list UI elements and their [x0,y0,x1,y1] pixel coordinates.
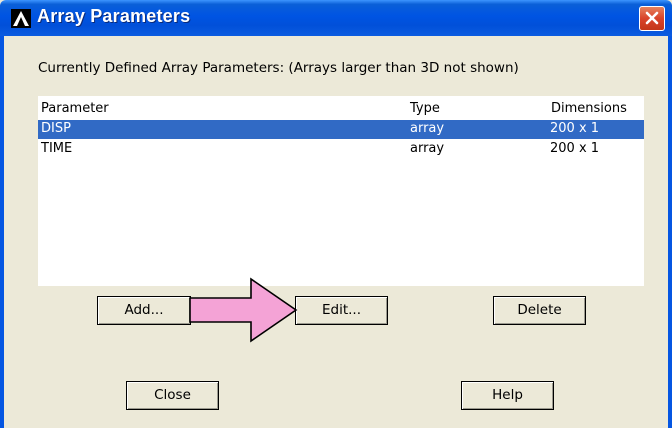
array-parameters-dialog: Array Parameters Currently Defined Array… [0,0,672,428]
cell-parameter: TIME [41,141,73,156]
window-border-left [0,36,4,428]
cell-dimensions: 200 x 1 [550,141,600,156]
cell-type: array [410,141,445,156]
table-row-time[interactable]: TIME array 200 x 1 [38,140,644,159]
cell-dimensions: 200 x 1 [550,121,600,136]
edit-button[interactable]: Edit... [295,296,388,325]
delete-button[interactable]: Delete [493,296,586,325]
close-icon[interactable] [639,6,665,31]
table-row-disp[interactable]: DISP array 200 x 1 [38,120,644,139]
help-button[interactable]: Help [461,381,554,410]
add-button[interactable]: Add... [97,296,191,325]
cell-type: array [410,121,445,136]
title-bar[interactable]: Array Parameters [0,0,672,36]
cell-parameter: DISP [41,121,71,136]
window-border-right [668,36,672,428]
column-header-parameter: Parameter [41,101,109,116]
column-header-dimensions: Dimensions [551,101,627,116]
array-list-label: Currently Defined Array Parameters: (Arr… [38,60,519,76]
ansys-logo-icon [11,9,31,28]
column-header-type: Type [410,101,440,116]
window-title: Array Parameters [37,6,191,26]
pink-arrow-icon [188,277,300,347]
close-button[interactable]: Close [126,381,219,410]
